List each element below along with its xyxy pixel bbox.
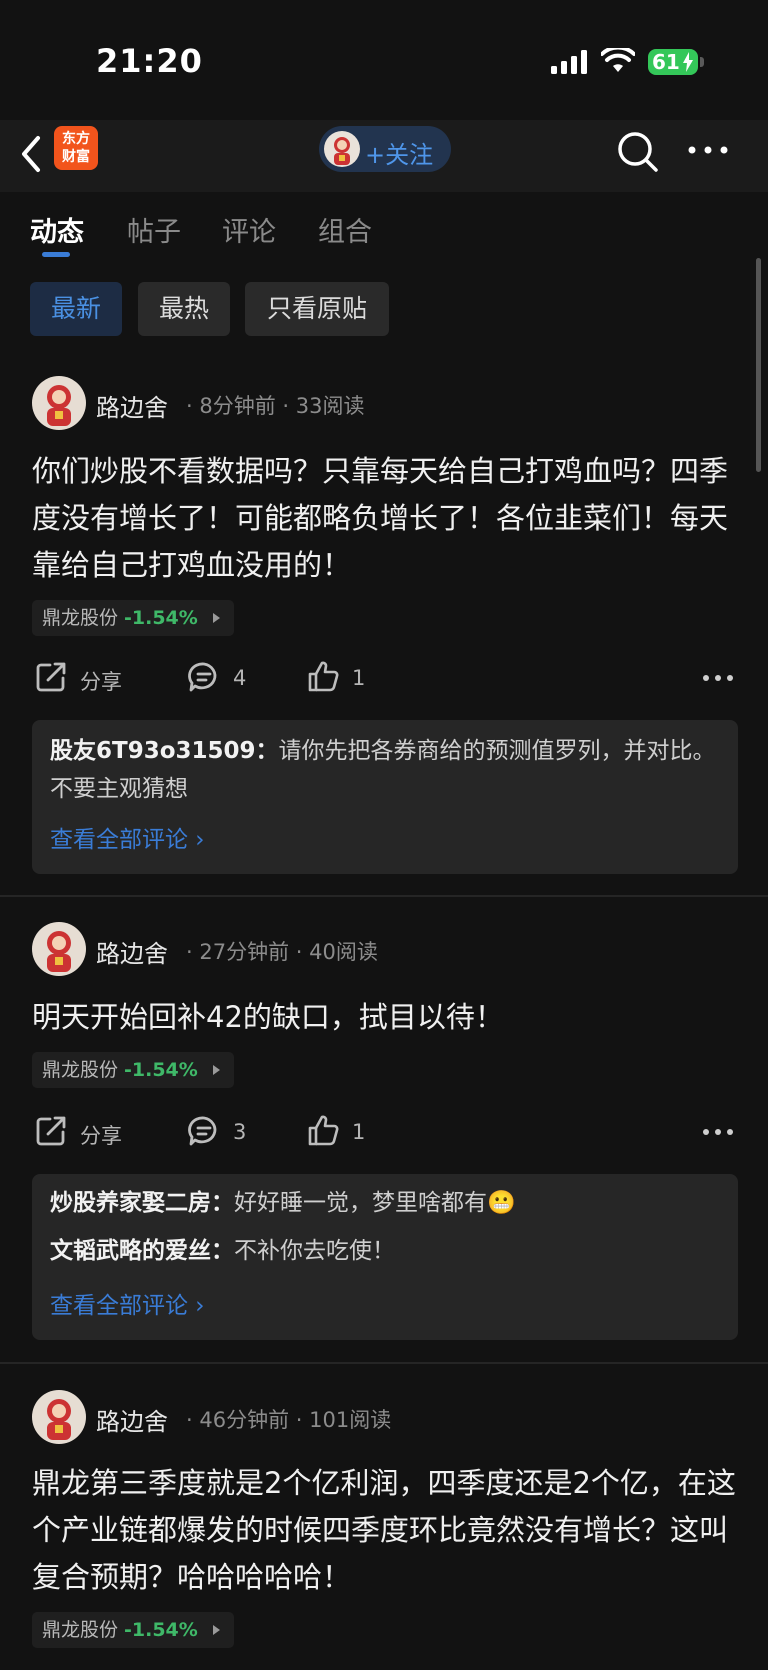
post-meta: · 46分钟前 · 101阅读 — [186, 1408, 392, 1432]
post-reads: 101阅读 — [309, 1408, 392, 1432]
share-icon[interactable] — [34, 1114, 68, 1148]
share-label[interactable]: 分享 — [80, 666, 122, 696]
follow-button[interactable]: +关注 — [319, 126, 451, 172]
post-reads: 33阅读 — [295, 394, 365, 418]
post-more-icon[interactable] — [702, 1127, 734, 1137]
tab-comments[interactable]: 评论 — [222, 210, 276, 249]
share-icon[interactable] — [34, 660, 68, 694]
back-arrow-icon[interactable] — [18, 134, 44, 174]
comment-item[interactable]: 股友6T93o31509：请你先把各券商给的预测值罗列，并对比。不要主观猜想 — [50, 732, 720, 808]
view-all-comments-link[interactable]: 查看全部评论 › — [50, 820, 205, 854]
eastmoney-logo[interactable]: 东方财富 — [54, 126, 98, 170]
wifi-icon — [601, 48, 635, 72]
tab-portfolio[interactable]: 组合 — [318, 210, 372, 249]
post-more-icon[interactable] — [702, 673, 734, 683]
stock-name: 鼎龙股份 — [42, 1059, 119, 1081]
comment-count[interactable]: 4 — [233, 666, 246, 690]
post-divider — [0, 1362, 768, 1364]
user-avatar — [324, 131, 360, 167]
follow-label: +关注 — [365, 141, 434, 169]
author-name[interactable]: 路边舍 — [96, 1402, 168, 1437]
filter-latest[interactable]: 最新 — [30, 282, 122, 336]
nav-bar: 东方财富 +关注 — [0, 120, 768, 192]
stock-name: 鼎龙股份 — [42, 1619, 119, 1641]
filter-original-only[interactable]: 只看原贴 — [245, 282, 389, 336]
author-name[interactable]: 路边舍 — [96, 934, 168, 969]
stock-change: -1.54% — [124, 1059, 198, 1081]
stock-arrow-icon — [212, 1065, 220, 1075]
comment-preview[interactable]: 股友6T93o31509：请你先把各券商给的预测值罗列，并对比。不要主观猜想 查… — [32, 720, 738, 874]
comment-text: 好好睡一觉，梦里啥都有😬 — [234, 1190, 516, 1216]
post-reads: 40阅读 — [309, 940, 378, 964]
author-avatar[interactable] — [32, 376, 86, 430]
more-icon[interactable] — [686, 140, 730, 160]
stock-tag[interactable]: 鼎龙股份 -1.54% — [32, 600, 234, 636]
view-all-label: 查看全部评论 — [50, 1293, 188, 1319]
like-icon[interactable] — [306, 1114, 340, 1148]
active-tab-indicator — [42, 252, 70, 257]
comment-user[interactable]: 文韬武略的爱丝 — [50, 1238, 211, 1264]
post-time: 8分钟前 — [199, 394, 276, 418]
battery-level: 61 — [652, 50, 680, 74]
comment-preview[interactable]: 炒股养家娶二房：好好睡一觉，梦里啥都有😬 文韬武略的爱丝：不补你去吃使！ 查看全… — [32, 1174, 738, 1340]
post-content[interactable]: 明天开始回补42的缺口，拭目以待！ — [32, 994, 742, 1041]
charging-bolt-icon — [683, 52, 693, 72]
tab-dynamics[interactable]: 动态 — [30, 210, 84, 249]
like-icon[interactable] — [306, 660, 340, 694]
status-time: 21:20 — [96, 42, 203, 80]
stock-name: 鼎龙股份 — [42, 607, 119, 629]
post-meta: · 27分钟前 · 40阅读 — [186, 940, 378, 964]
tab-bar: 动态 帖子 评论 组合 — [0, 192, 768, 262]
comment-user[interactable]: 股友6T93o31509 — [50, 738, 256, 764]
author-name[interactable]: 路边舍 — [96, 388, 168, 423]
author-avatar[interactable] — [32, 1390, 86, 1444]
comment-count[interactable]: 3 — [233, 1120, 246, 1144]
share-label[interactable]: 分享 — [80, 1120, 122, 1150]
post-divider — [0, 895, 768, 897]
stock-arrow-icon — [212, 1625, 220, 1635]
comment-user[interactable]: 炒股养家娶二房 — [50, 1190, 211, 1216]
cellular-signal-icon — [551, 50, 587, 74]
logo-text: 东方财富 — [62, 131, 90, 165]
post-content[interactable]: 你们炒股不看数据吗？只靠每天给自己打鸡血吗？四季度没有增长了！可能都略负增长了！… — [32, 448, 742, 589]
stock-change: -1.54% — [124, 607, 198, 629]
scroll-indicator[interactable] — [756, 258, 761, 472]
search-icon[interactable] — [616, 130, 660, 174]
stock-tag[interactable]: 鼎龙股份 -1.54% — [32, 1612, 234, 1648]
comment-item[interactable]: 炒股养家娶二房：好好睡一觉，梦里啥都有😬 — [50, 1184, 720, 1222]
author-avatar[interactable] — [32, 922, 86, 976]
like-count[interactable]: 1 — [352, 666, 365, 690]
view-all-comments-link[interactable]: 查看全部评论 › — [50, 1286, 205, 1320]
comment-text: 不补你去吃使！ — [234, 1238, 395, 1264]
stock-arrow-icon — [212, 613, 220, 623]
stock-change: -1.54% — [124, 1619, 198, 1641]
stock-tag[interactable]: 鼎龙股份 -1.54% — [32, 1052, 234, 1088]
like-count[interactable]: 1 — [352, 1120, 365, 1144]
post-meta: · 8分钟前 · 33阅读 — [186, 394, 365, 418]
post-content[interactable]: 鼎龙第三季度就是2个亿利润，四季度还是2个亿，在这个产业链都爆发的时候四季度环比… — [32, 1460, 742, 1601]
battery-tip — [700, 57, 704, 67]
filter-hottest[interactable]: 最热 — [138, 282, 230, 336]
comment-icon[interactable] — [187, 1114, 221, 1148]
comment-icon[interactable] — [187, 660, 221, 694]
tab-posts[interactable]: 帖子 — [127, 210, 181, 249]
comment-item[interactable]: 文韬武略的爱丝：不补你去吃使！ — [50, 1232, 720, 1270]
view-all-label: 查看全部评论 — [50, 827, 188, 853]
battery-indicator: 61 — [648, 49, 698, 75]
post-time: 46分钟前 — [199, 1408, 290, 1432]
post-time: 27分钟前 — [199, 940, 290, 964]
status-bar: 21:20 61 — [0, 0, 768, 120]
